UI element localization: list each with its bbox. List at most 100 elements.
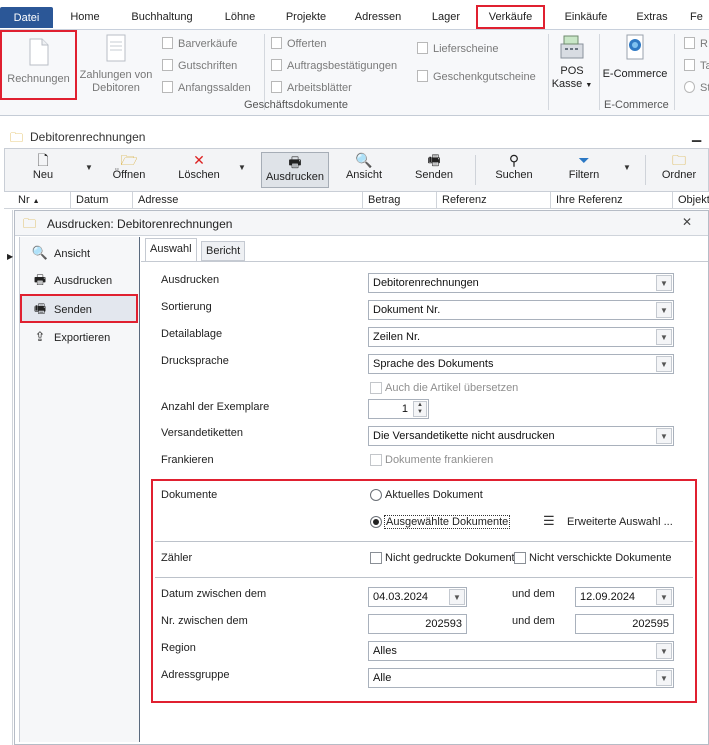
- neu-dropdown-icon[interactable]: ▼: [85, 163, 93, 172]
- dialog-nav: 🔍 Ansicht 🖶 Ausdrucken 🖷 Senden ⇪ Exportiere…: [19, 237, 140, 742]
- filtern-label: Filtern: [568, 169, 600, 181]
- barverkaeufe-button[interactable]: Barverkäufe: [162, 37, 237, 50]
- tab-auswahl[interactable]: Auswahl: [145, 238, 197, 262]
- menu-tab-adressen[interactable]: Adressen: [346, 6, 410, 28]
- ribbon-right-item-1[interactable]: R: [684, 37, 708, 50]
- detailablage-select[interactable]: Zeilen Nr. ▼: [368, 327, 674, 347]
- suchen-button[interactable]: ⚲ Suchen: [489, 151, 539, 189]
- nicht-gedruckt-checkbox[interactable]: [370, 552, 382, 564]
- ausdrucken-select[interactable]: Debitorenrechnungen ▼: [368, 273, 674, 293]
- ribbon-separator: [674, 34, 675, 110]
- nr-bis-input[interactable]: 202595: [575, 614, 674, 634]
- menu-tab-verkaeufe[interactable]: Verkäufe: [476, 5, 545, 29]
- menu-tab-projekte[interactable]: Projekte: [278, 6, 334, 28]
- nr-von-input[interactable]: 202593: [368, 614, 467, 634]
- drucksprache-select[interactable]: Sprache des Dokuments ▼: [368, 354, 674, 374]
- ansicht-button[interactable]: 🔍 Ansicht: [341, 151, 387, 189]
- label-drucksprache: Drucksprache: [161, 355, 229, 367]
- spinner-arrows-icon[interactable]: ▲ ▼: [413, 401, 427, 417]
- col-nr[interactable]: Nr ▲: [18, 194, 40, 206]
- gutschriften-label: Gutschriften: [178, 60, 238, 72]
- sort-asc-icon: ▲: [32, 198, 40, 205]
- exemplare-spinner[interactable]: 1 ▲ ▼: [368, 399, 429, 419]
- versandetiketten-select[interactable]: Die Versandetikette nicht ausdrucken ▼: [368, 426, 674, 446]
- rechnungen-label: Rechnungen: [7, 73, 70, 85]
- current-row-icon: ▶: [7, 252, 14, 261]
- ordner-button[interactable]: 🗀 Ordner: [657, 151, 701, 189]
- sortierung-select[interactable]: Dokument Nr. ▼: [368, 300, 674, 320]
- gutschriften-button[interactable]: Gutschriften: [162, 59, 237, 72]
- datum-von-picker[interactable]: 04.03.2024 ▼: [368, 587, 467, 607]
- tab-baseline: [141, 261, 708, 262]
- loeschen-dropdown-icon[interactable]: ▼: [238, 163, 246, 172]
- col-adresse[interactable]: Adresse: [138, 194, 178, 206]
- barverkaeufe-label: Barverkäufe: [178, 38, 238, 50]
- nav-ansicht[interactable]: 🔍 Ansicht: [20, 240, 138, 266]
- lieferscheine-button[interactable]: Lieferscheine: [417, 42, 498, 55]
- nav-exportieren[interactable]: ⇪ Exportieren: [20, 324, 138, 350]
- ribbon-right-item-2[interactable]: Ta: [684, 59, 709, 72]
- col-referenz[interactable]: Referenz: [442, 194, 487, 206]
- module-title: Debitorenrechnungen: [30, 130, 146, 144]
- nicht-verschickt-checkbox[interactable]: [514, 552, 526, 564]
- chevron-down-icon: ▼: [656, 356, 672, 372]
- column-header: Nr ▲ Datum Adresse Betrag Referenz Ihre …: [4, 192, 709, 209]
- column-separator: [70, 192, 71, 209]
- geschenkgutscheine-button[interactable]: Geschenkgutscheine: [417, 70, 536, 83]
- col-betrag[interactable]: Betrag: [368, 194, 400, 206]
- filtern-button[interactable]: ⏷ Filtern: [561, 151, 607, 189]
- tab-bericht[interactable]: Bericht: [201, 241, 246, 261]
- col-objekt[interactable]: Objekt: [678, 194, 709, 206]
- anfangssalden-button[interactable]: Anfangssalden: [162, 81, 251, 94]
- pos-kasse-button[interactable]: POS Kasse ▼: [551, 34, 593, 100]
- filtern-dropdown-icon[interactable]: ▼: [623, 163, 631, 172]
- list-icon[interactable]: ☰: [543, 513, 555, 529]
- label-sortierung: Sortierung: [161, 301, 212, 313]
- menu-tab-loehne[interactable]: Löhne: [216, 6, 264, 28]
- ausdrucken-label: Ausdrucken: [265, 171, 325, 183]
- menu-tab-lager[interactable]: Lager: [422, 6, 470, 28]
- menu-tab-einkaeufe[interactable]: Einkäufe: [556, 6, 616, 28]
- nav-senden[interactable]: 🖷 Senden: [20, 294, 138, 323]
- menu-tab-datei[interactable]: Datei: [0, 7, 53, 28]
- auftragsbestaetigungen-button[interactable]: Auftragsbestätigungen: [271, 59, 397, 72]
- gear-icon: [684, 81, 695, 93]
- erweiterte-auswahl-link[interactable]: Erweiterte Auswahl ...: [567, 516, 673, 528]
- menu-tab-buchhaltung[interactable]: Buchhaltung: [120, 6, 204, 28]
- ribbon-right-item-3[interactable]: St: [684, 81, 709, 94]
- nav-ausdrucken[interactable]: 🖶 Ausdrucken: [20, 267, 138, 293]
- artikel-uebersetzen-checkbox[interactable]: [370, 382, 382, 394]
- menu-tab-fenster[interactable]: Fe: [690, 6, 709, 28]
- print-dialog: 🗀 Ausdrucken: Debitorenrechnungen ✕ 🔍 Ans…: [14, 210, 709, 745]
- rechnungen-button[interactable]: Rechnungen: [0, 30, 77, 100]
- oeffnen-button[interactable]: 🗁 Öffnen: [105, 151, 153, 189]
- offerten-button[interactable]: Offerten: [271, 37, 327, 50]
- pos-label: POS: [560, 65, 584, 77]
- chevron-down-icon: ▼: [656, 670, 672, 686]
- senden-button[interactable]: 🖷 Senden: [409, 151, 459, 189]
- chevron-down-icon: ▼: [656, 329, 672, 345]
- ecommerce-button[interactable]: E-Commerce: [602, 34, 668, 82]
- adressgruppe-select[interactable]: Alle ▼: [368, 668, 674, 688]
- neu-button[interactable]: 🗋 Neu: [27, 151, 59, 189]
- datum-bis-value: 12.09.2024: [580, 591, 636, 603]
- aktuelles-dokument-radio[interactable]: [370, 489, 382, 501]
- send-icon: 🖷: [427, 152, 441, 168]
- close-icon[interactable]: ✕: [682, 215, 692, 229]
- minimize-icon[interactable]: ▁: [692, 128, 701, 142]
- loeschen-button[interactable]: ✕ Löschen: [173, 151, 225, 189]
- menu-tab-home[interactable]: Home: [62, 6, 108, 28]
- col-datum[interactable]: Datum: [76, 194, 108, 206]
- ausdrucken-button[interactable]: 🖶 Ausdrucken: [261, 152, 329, 188]
- frankieren-checkbox[interactable]: [370, 454, 382, 466]
- arbeitsblaetter-button[interactable]: Arbeitsblätter: [271, 81, 352, 94]
- region-select[interactable]: Alles ▼: [368, 641, 674, 661]
- datum-bis-picker[interactable]: 12.09.2024 ▼: [575, 587, 674, 607]
- nav-ausdrucken-label: Ausdrucken: [54, 275, 113, 287]
- preview-icon: 🔍: [31, 245, 49, 260]
- col-ihre-referenz[interactable]: Ihre Referenz: [556, 194, 623, 206]
- ausgewaehlte-dokumente-radio[interactable]: [370, 516, 382, 528]
- menu-tab-extras[interactable]: Extras: [628, 6, 676, 28]
- chevron-down-icon: ▼: [449, 589, 465, 605]
- zahlungen-button[interactable]: Zahlungen von Debitoren: [76, 34, 156, 100]
